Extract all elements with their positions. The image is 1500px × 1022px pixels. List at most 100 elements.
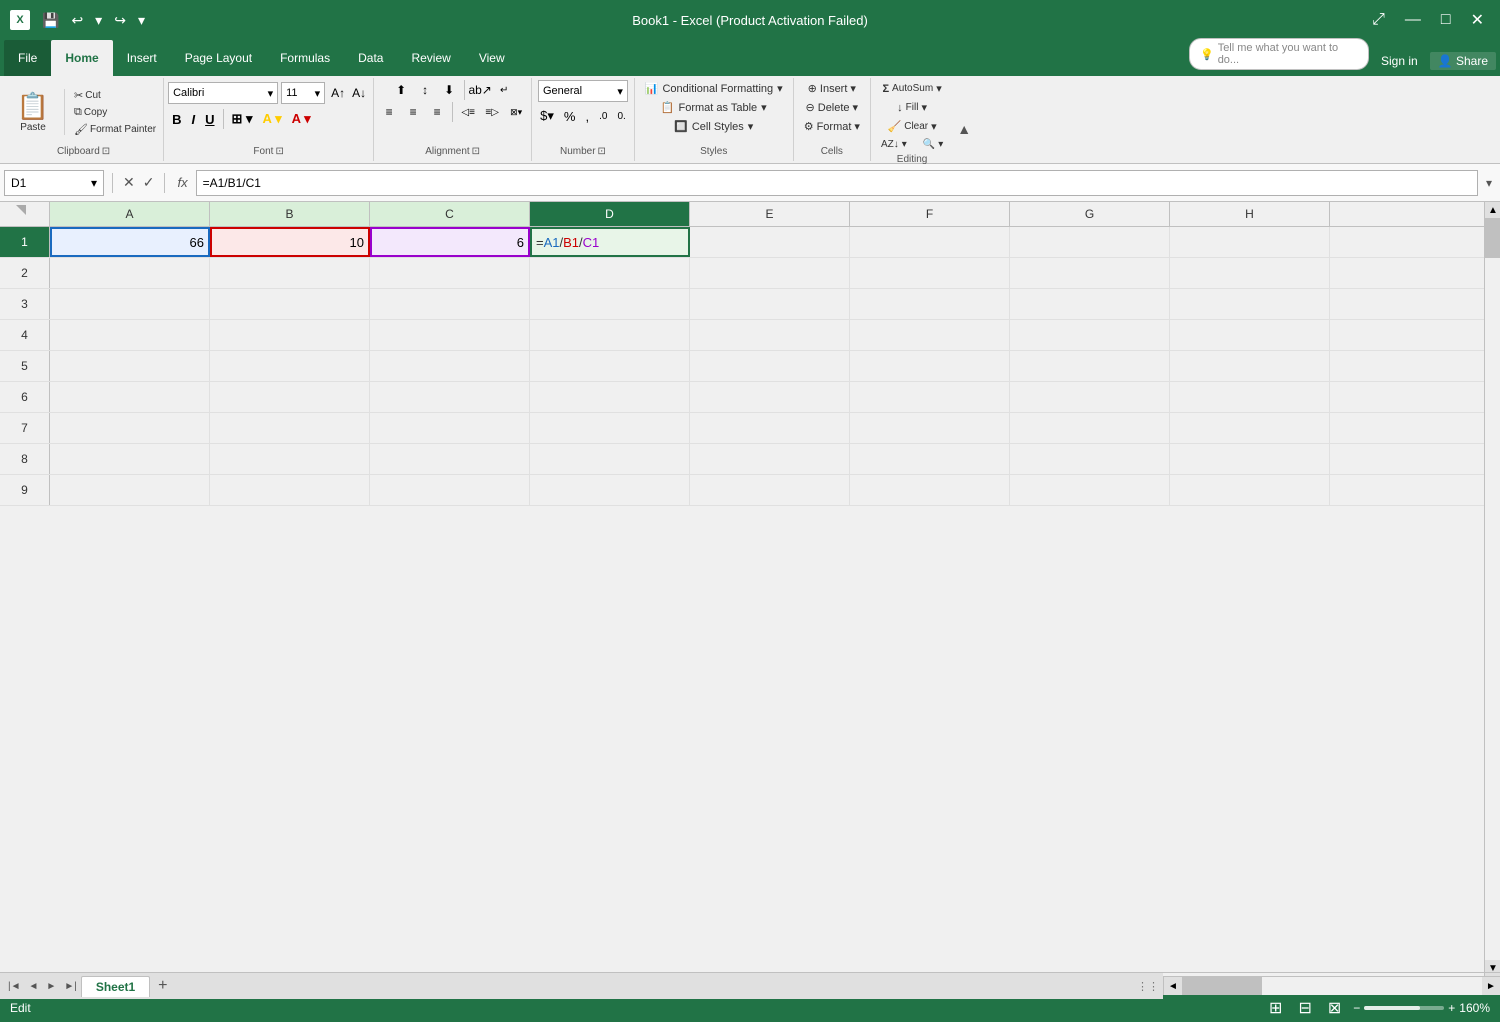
cell-c9[interactable]	[370, 475, 530, 505]
cell-e2[interactable]	[690, 258, 850, 288]
align-left-button[interactable]: ≡	[378, 102, 400, 122]
percent-button[interactable]: %	[560, 107, 580, 125]
zoom-increase-icon[interactable]: +	[1448, 1001, 1455, 1015]
cell-d3[interactable]	[530, 289, 690, 319]
page-break-view-button[interactable]: ⊠	[1324, 996, 1345, 1020]
cell-h4[interactable]	[1170, 320, 1330, 350]
cell-h9[interactable]	[1170, 475, 1330, 505]
scroll-up-button[interactable]: ▲	[1485, 202, 1500, 218]
cell-g8[interactable]	[1010, 444, 1170, 474]
cell-c5[interactable]	[370, 351, 530, 381]
cell-e7[interactable]	[690, 413, 850, 443]
cell-b6[interactable]	[210, 382, 370, 412]
underline-button[interactable]: U	[201, 111, 218, 128]
find-dropdown[interactable]: ▾	[938, 139, 943, 150]
align-center-button[interactable]: ≡	[402, 102, 424, 122]
undo-button[interactable]: ↩	[67, 10, 87, 31]
cell-b8[interactable]	[210, 444, 370, 474]
cell-h2[interactable]	[1170, 258, 1330, 288]
font-size-box[interactable]: 11 ▾	[281, 82, 325, 104]
align-bottom-button[interactable]: ⬇	[438, 80, 460, 100]
cell-e4[interactable]	[690, 320, 850, 350]
cell-h6[interactable]	[1170, 382, 1330, 412]
cell-c4[interactable]	[370, 320, 530, 350]
v-scroll-thumb[interactable]	[1485, 218, 1500, 258]
col-header-f[interactable]: F	[850, 202, 1010, 226]
undo-dropdown[interactable]: ▾	[91, 10, 106, 31]
v-scroll-track[interactable]	[1485, 218, 1500, 960]
cell-g1[interactable]	[1010, 227, 1170, 257]
cell-e6[interactable]	[690, 382, 850, 412]
tab-data[interactable]: Data	[344, 40, 397, 76]
font-color-button[interactable]: A ▾	[288, 110, 315, 128]
tab-home[interactable]: Home	[51, 40, 112, 76]
cell-a6[interactable]	[50, 382, 210, 412]
cell-g2[interactable]	[1010, 258, 1170, 288]
minimize-button[interactable]: —	[1399, 9, 1427, 31]
format-painter-button[interactable]: 🖌 Format Painter	[71, 122, 159, 137]
col-header-b[interactable]: B	[210, 202, 370, 226]
font-shrink-button[interactable]: A↓	[349, 85, 369, 101]
cell-d5[interactable]	[530, 351, 690, 381]
col-header-c[interactable]: C	[370, 202, 530, 226]
insert-cells-dropdown[interactable]: ▾	[850, 82, 856, 95]
row-header-3[interactable]: 3	[0, 289, 50, 319]
align-right-button[interactable]: ≡	[426, 102, 448, 122]
align-middle-button[interactable]: ↕	[414, 80, 436, 100]
cell-e1[interactable]	[690, 227, 850, 257]
font-size-dropdown-icon[interactable]: ▾	[315, 87, 321, 100]
sort-filter-button[interactable]: AZ↓ ▾	[875, 137, 913, 152]
comma-button[interactable]: ,	[581, 107, 593, 125]
cell-g7[interactable]	[1010, 413, 1170, 443]
row-header-9[interactable]: 9	[0, 475, 50, 505]
bold-button[interactable]: B	[168, 111, 185, 128]
autosum-button[interactable]: Σ AutoSum ▾	[876, 80, 947, 97]
cell-e5[interactable]	[690, 351, 850, 381]
page-layout-view-button[interactable]: ⊟	[1294, 996, 1315, 1020]
cell-g9[interactable]	[1010, 475, 1170, 505]
cell-c1[interactable]: 6	[370, 227, 530, 257]
sheet-context-icon[interactable]: ⋮⋮	[1137, 980, 1159, 993]
cell-a1[interactable]: 66	[50, 227, 210, 257]
cell-g3[interactable]	[1010, 289, 1170, 319]
sheet-nav-last[interactable]: ►|	[60, 979, 81, 994]
conditional-formatting-dropdown[interactable]: ▾	[777, 82, 783, 95]
share-button[interactable]: 👤 Share	[1430, 52, 1496, 70]
normal-view-button[interactable]: ⊞	[1265, 996, 1286, 1020]
tab-review[interactable]: Review	[397, 40, 464, 76]
font-name-box[interactable]: Calibri ▾	[168, 82, 278, 104]
cell-f9[interactable]	[850, 475, 1010, 505]
tell-me-input[interactable]: 💡 Tell me what you want to do...	[1189, 38, 1369, 70]
fullscreen-button[interactable]: ⤢	[1366, 9, 1391, 31]
format-cells-button[interactable]: ⚙ Format ▾	[798, 118, 866, 135]
delete-cells-button[interactable]: ⊖ Delete ▾	[800, 99, 865, 116]
h-scroll-thumb[interactable]	[1182, 977, 1262, 995]
currency-button[interactable]: $▾	[536, 107, 558, 125]
customize-quick-access[interactable]: ▾	[134, 10, 149, 31]
cell-g4[interactable]	[1010, 320, 1170, 350]
cut-button[interactable]: ✂ Cut	[71, 88, 159, 103]
save-button[interactable]: 💾	[38, 10, 63, 31]
decrease-decimal-button[interactable]: .0	[595, 107, 611, 125]
cell-a3[interactable]	[50, 289, 210, 319]
cell-a2[interactable]	[50, 258, 210, 288]
wrap-text-button[interactable]: ↵	[493, 80, 515, 100]
scroll-right-button[interactable]: ►	[1482, 977, 1500, 995]
cell-b3[interactable]	[210, 289, 370, 319]
formula-input[interactable]: =A1/B1/C1	[196, 170, 1478, 196]
sign-in-button[interactable]: Sign in	[1377, 52, 1422, 70]
formula-bar-dropdown[interactable]: ▾	[1482, 176, 1496, 190]
insert-cells-button[interactable]: ⊕ Insert ▾	[802, 80, 862, 97]
cell-f3[interactable]	[850, 289, 1010, 319]
collapse-ribbon-button[interactable]: ▲	[957, 121, 971, 137]
cell-a5[interactable]	[50, 351, 210, 381]
format-as-table-button[interactable]: 📋 Format as Table ▾	[655, 99, 773, 116]
font-grow-button[interactable]: A↑	[328, 85, 348, 101]
confirm-formula-icon[interactable]: ✓	[141, 172, 157, 193]
row-header-5[interactable]: 5	[0, 351, 50, 381]
number-expand-icon[interactable]: ⊡	[598, 146, 606, 157]
format-as-table-dropdown[interactable]: ▾	[761, 101, 767, 114]
sheet-tab-sheet1[interactable]: Sheet1	[81, 976, 150, 997]
clear-dropdown[interactable]: ▾	[931, 120, 937, 133]
cell-g6[interactable]	[1010, 382, 1170, 412]
